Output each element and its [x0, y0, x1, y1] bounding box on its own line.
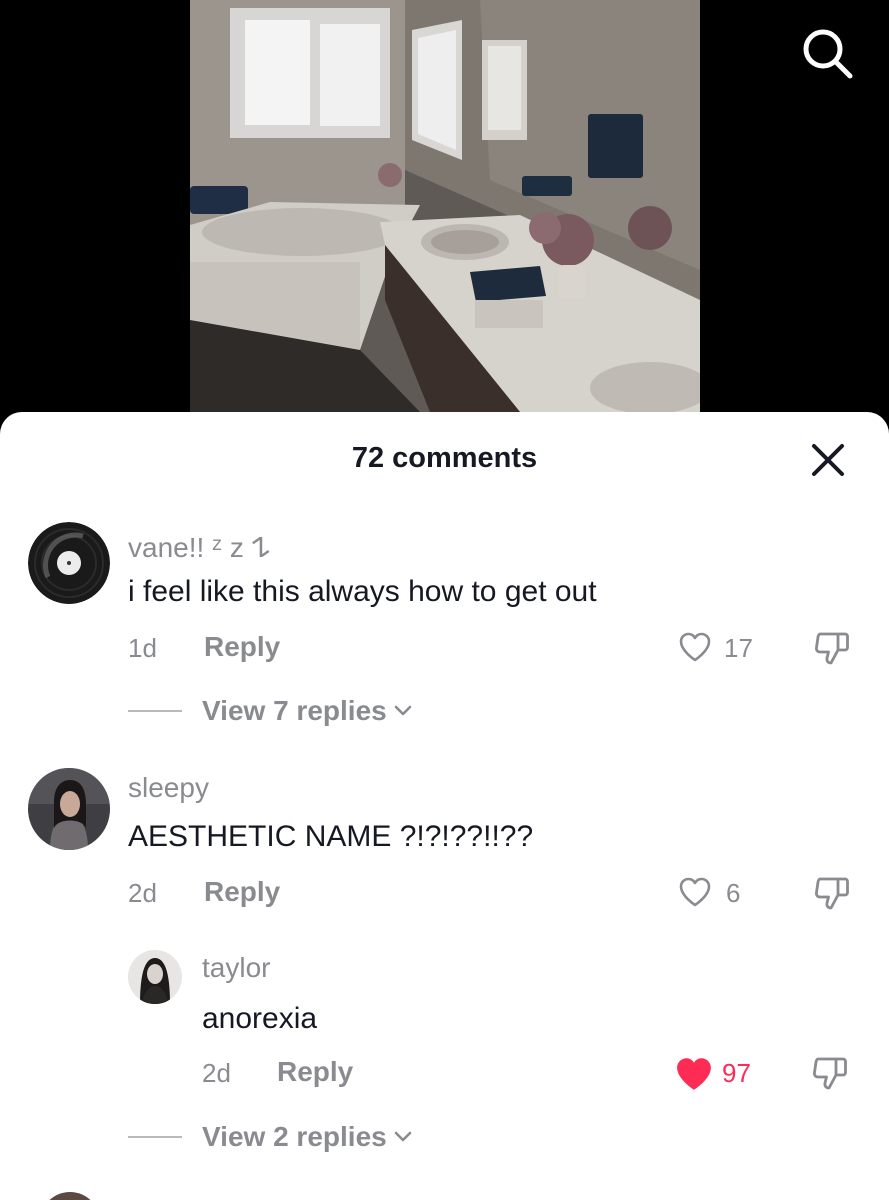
- reply-button[interactable]: Reply: [204, 876, 280, 908]
- avatar[interactable]: [40, 1192, 100, 1200]
- reply-username[interactable]: taylor: [202, 952, 270, 984]
- heart-icon[interactable]: [678, 876, 712, 908]
- avatar[interactable]: [28, 768, 110, 850]
- view-replies-button[interactable]: View 2 replies: [128, 1121, 413, 1153]
- like-count: 17: [724, 633, 753, 663]
- avatar[interactable]: [128, 950, 182, 1004]
- comment-text: AESTHETIC NAME ?!?!??!!??: [128, 820, 534, 853]
- comment-username[interactable]: sleepy: [128, 772, 209, 804]
- close-button[interactable]: [808, 440, 848, 480]
- view-replies-button[interactable]: View 7 replies: [128, 695, 413, 727]
- heart-filled-icon[interactable]: [674, 1056, 714, 1092]
- comment-timestamp: 1d: [128, 633, 157, 663]
- reply-button[interactable]: Reply: [204, 631, 280, 663]
- profile-photo-avatar-image: [28, 768, 110, 850]
- comment-count-title: 72 comments: [351, 442, 538, 474]
- thumbs-down-icon[interactable]: [812, 873, 852, 913]
- view-replies-label: View 2 replies: [202, 1121, 387, 1152]
- video-thumbnail[interactable]: [190, 0, 700, 412]
- chevron-down-icon: [394, 705, 412, 716]
- divider: [128, 710, 182, 712]
- comments-sheet: 72 comments vane!! ᶻ z 𐰁 i feel like thi…: [0, 412, 889, 1200]
- like-count: 6: [726, 878, 741, 908]
- comment-text: i feel like this always how to get out: [128, 575, 597, 608]
- video-player[interactable]: [0, 0, 889, 440]
- chevron-down-icon: [394, 1131, 412, 1142]
- search-button[interactable]: [796, 22, 858, 84]
- reply-text: anorexia: [202, 1002, 318, 1035]
- search-icon: [803, 29, 853, 79]
- view-replies-label: View 7 replies: [202, 695, 387, 726]
- profile-photo-avatar-image: [128, 950, 182, 1004]
- thumbs-down-icon[interactable]: [810, 1053, 850, 1093]
- vinyl-record-avatar-image: [28, 522, 110, 604]
- thumbs-down-icon[interactable]: [812, 628, 852, 668]
- divider: [128, 1136, 182, 1138]
- reply-button[interactable]: Reply: [277, 1056, 353, 1088]
- comment-timestamp: 2d: [128, 878, 157, 908]
- reply-timestamp: 2d: [202, 1058, 231, 1088]
- avatar[interactable]: [28, 522, 110, 604]
- bathroom-image: [190, 0, 700, 412]
- like-count: 97: [722, 1058, 751, 1088]
- heart-icon[interactable]: [678, 631, 712, 663]
- comment-username[interactable]: vane!! ᶻ z 𐰁: [128, 528, 270, 566]
- close-icon: [812, 444, 844, 476]
